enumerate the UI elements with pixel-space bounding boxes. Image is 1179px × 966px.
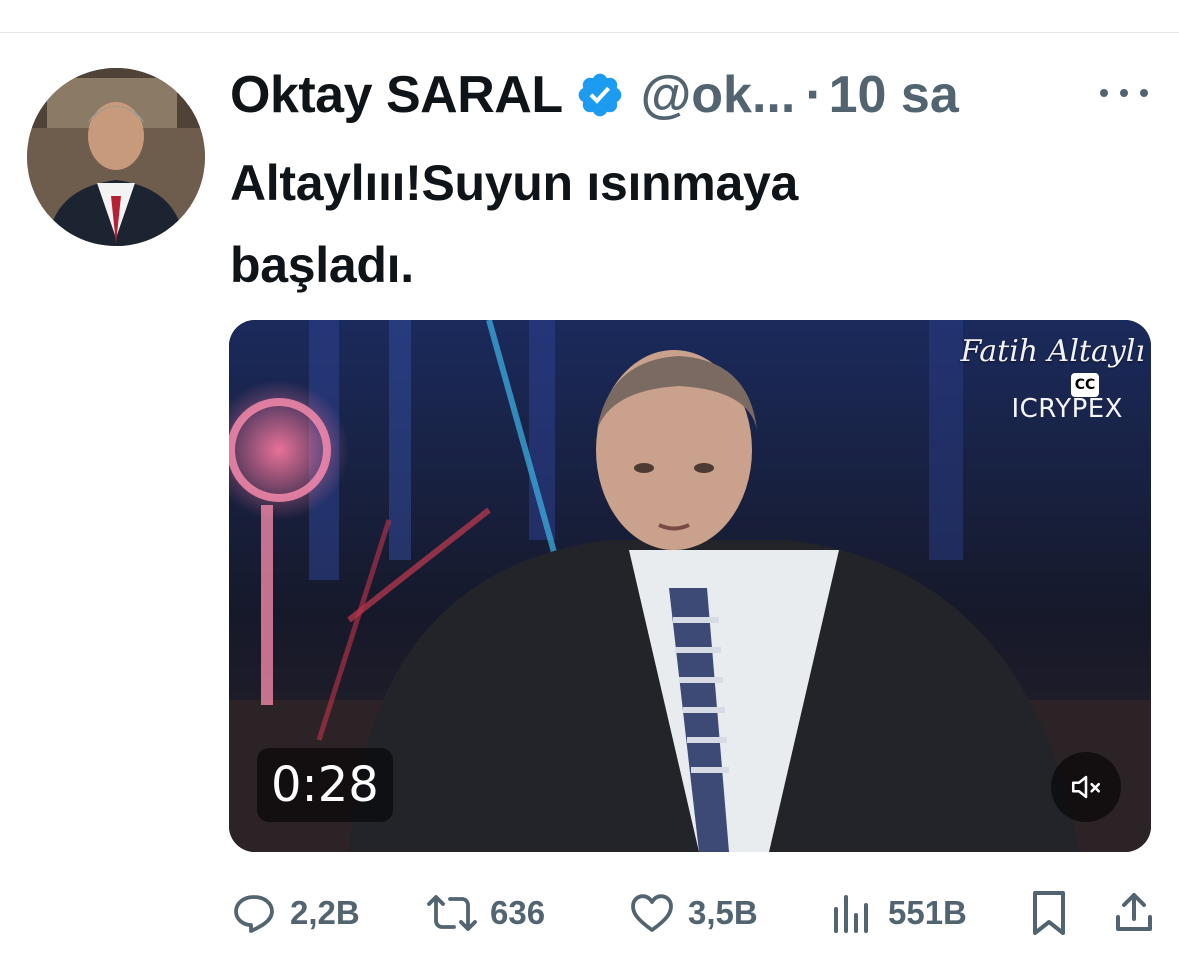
avatar[interactable] [27,68,205,246]
bookmark-button[interactable] [1025,885,1085,941]
top-divider [0,32,1179,33]
heart-icon [628,889,676,937]
speaker-muted-icon[interactable] [1051,752,1121,822]
tweet-text: Altaylııı!Suyun ısınmaya başladı. [230,155,798,293]
video-player[interactable]: Fatih Altaylı CC ICRYPEX 0:28 [229,320,1151,852]
tweet-header: Oktay SARAL @ok... · 10 sa [230,60,959,130]
views-button[interactable]: 551B [828,885,967,941]
avatar-photo [27,68,205,246]
verified-badge-icon [575,70,625,120]
reply-button[interactable]: 2,2B [230,885,360,941]
retweet-count: 636 [490,894,546,931]
timestamp[interactable]: 10 sa [829,65,959,125]
share-icon [1110,889,1158,937]
views-chart-icon [828,889,876,937]
share-button[interactable] [1110,885,1170,941]
reply-icon [230,889,278,937]
like-count: 3,5B [688,894,758,931]
retweet-icon [426,889,478,937]
author-name[interactable]: Oktay SARAL [230,65,563,125]
view-count: 551B [888,894,967,931]
watermark-name: Fatih Altaylı [960,334,1145,369]
watermark-brand: ICRYPEX [1011,394,1123,424]
like-button[interactable]: 3,5B [628,885,758,941]
reply-count: 2,2B [290,894,360,931]
more-icon[interactable] [1100,78,1148,108]
tweet-actions: 2,2B 636 3,5B 551B [230,885,1160,941]
retweet-button[interactable]: 636 [426,885,545,941]
video-duration: 0:28 [257,748,393,822]
separator-dot: · [805,66,823,124]
author-handle[interactable]: @ok... [641,65,796,125]
bookmark-icon [1025,887,1073,939]
